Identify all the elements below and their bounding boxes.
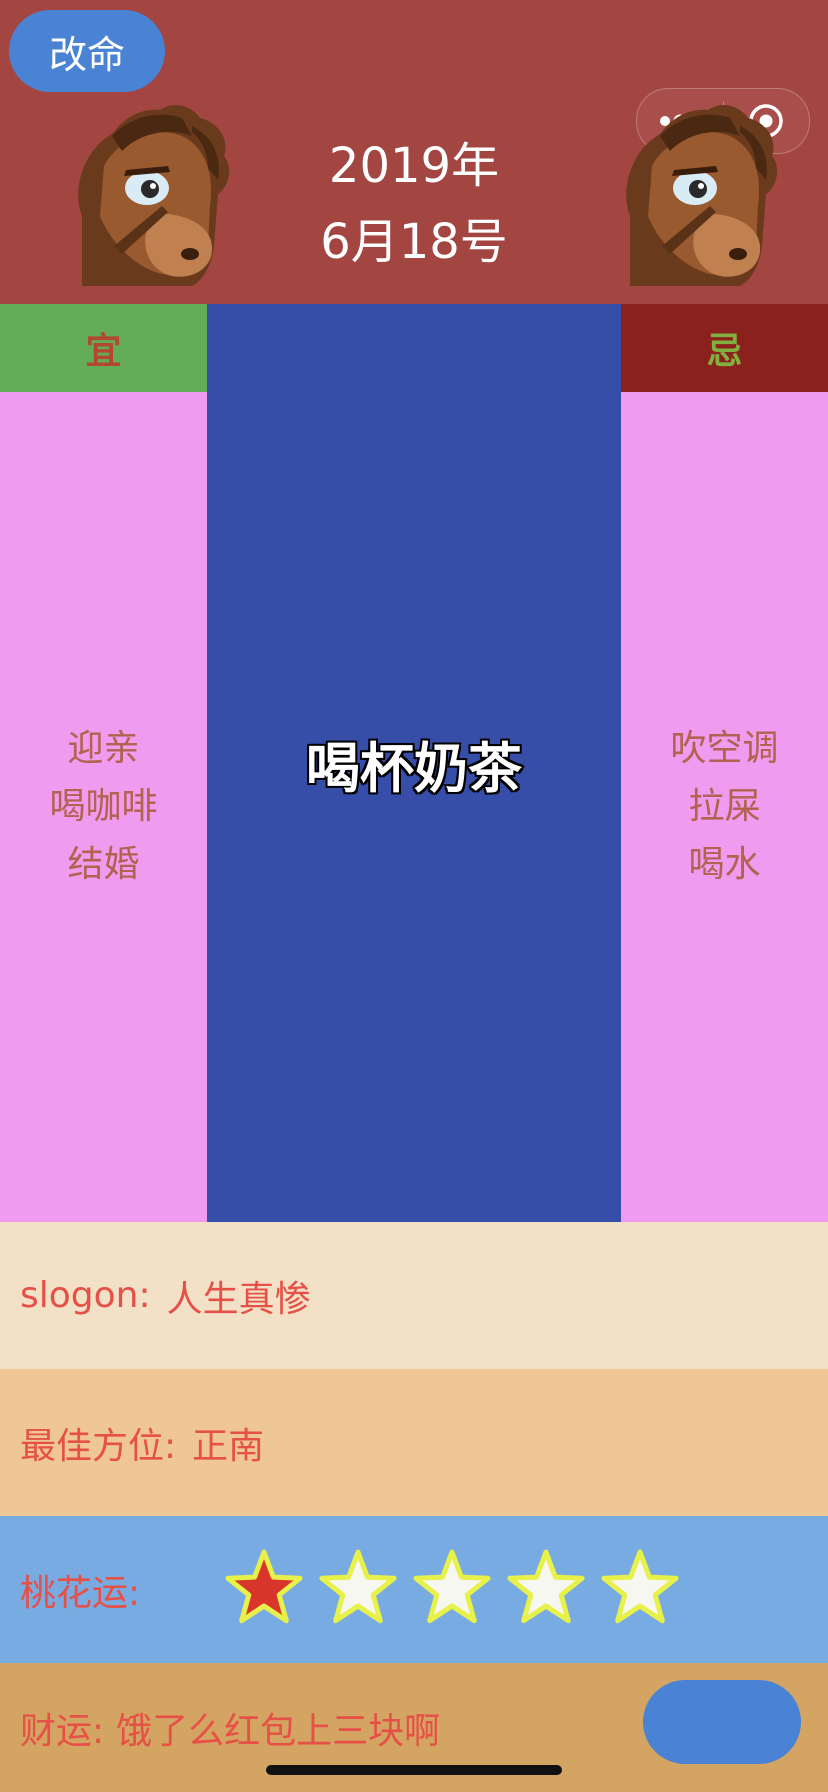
main-fortune-text: 喝杯奶茶 — [305, 735, 524, 801]
star-empty-icon — [319, 1549, 397, 1624]
slogon-label: slogon: — [20, 1275, 151, 1316]
star-filled-icon — [225, 1549, 303, 1624]
date-year: 2019年 — [328, 138, 500, 194]
love-rating — [222, 1546, 682, 1630]
yi-list: 迎亲 喝咖啡 结婚 — [0, 392, 207, 1222]
wealth-label: 财运: — [20, 1710, 105, 1752]
direction-label: 最佳方位: — [20, 1425, 177, 1467]
ji-item: 吹空调 — [670, 728, 779, 769]
yi-item: 结婚 — [67, 844, 140, 885]
yi-item: 喝咖啡 — [49, 786, 158, 827]
yi-item: 迎亲 — [67, 728, 140, 769]
love-label: 桃花运: — [20, 1572, 141, 1614]
horse-head-icon — [78, 104, 230, 286]
yi-header: 宜 — [0, 304, 207, 392]
direction-row: 最佳方位: 正南 — [0, 1369, 828, 1516]
date-day: 6月18号 — [320, 214, 508, 270]
ji-header: 忌 — [621, 304, 828, 392]
main-fortune-panel: 喝杯奶茶 — [207, 304, 621, 1222]
ji-item: 喝水 — [688, 844, 761, 885]
star-empty-icon — [601, 1549, 679, 1624]
direction-value: 正南 — [192, 1425, 265, 1467]
slogon-row: slogon: 人生真惨 — [0, 1222, 828, 1369]
wealth-value: 饿了么红包上三块啊 — [116, 1710, 441, 1752]
star-empty-icon — [507, 1549, 585, 1624]
slogon-value: 人生真惨 — [166, 1278, 311, 1320]
change-fate-button[interactable]: 改命 — [9, 10, 165, 92]
star-empty-icon — [413, 1549, 491, 1624]
home-indicator — [266, 1765, 562, 1775]
header: 改命 2019年 6月18号 — [0, 0, 828, 304]
horse-head-icon — [626, 104, 778, 286]
action-pill-button[interactable] — [643, 1680, 801, 1764]
ji-item: 拉屎 — [688, 786, 761, 827]
ji-list: 吹空调 拉屎 喝水 — [621, 392, 828, 1222]
